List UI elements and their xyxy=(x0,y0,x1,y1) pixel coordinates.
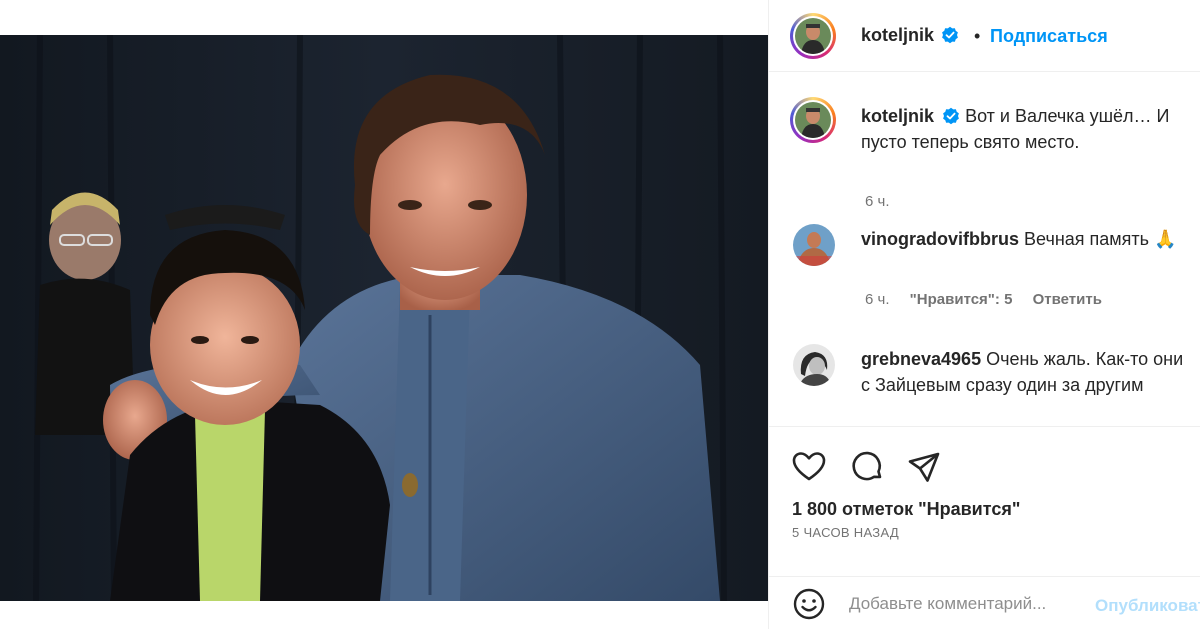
comment-input[interactable] xyxy=(849,589,1091,619)
author-avatar[interactable] xyxy=(790,13,836,59)
comment-body: Вечная память 🙏 xyxy=(1024,229,1177,249)
comment-text: grebneva4965 Очень жаль. Как-то они с За… xyxy=(861,346,1191,398)
author-username[interactable]: koteljnik xyxy=(861,25,934,45)
verified-badge-icon xyxy=(941,26,959,44)
comment-username[interactable]: grebneva4965 xyxy=(861,349,981,369)
commenter-avatar[interactable] xyxy=(793,344,835,386)
comment-composer: Опубликовать xyxy=(769,576,1200,629)
post-photo[interactable] xyxy=(0,35,768,601)
comment-time[interactable]: 6 ч. xyxy=(865,291,890,308)
caption-time[interactable]: 6 ч. xyxy=(865,193,890,210)
caption-username[interactable]: koteljnik xyxy=(861,106,934,126)
publish-button[interactable]: Опубликовать xyxy=(1095,596,1200,616)
likes-count[interactable]: 1 800 отметок "Нравится" xyxy=(792,499,1020,520)
separator-dot: • xyxy=(974,26,981,46)
comment-text: vinogradovifbbrus Вечная память 🙏 xyxy=(861,226,1191,252)
photo-image xyxy=(0,35,768,601)
comments-list[interactable]: koteljnik Вот и Валечка ушёл… И пусто те… xyxy=(769,73,1200,425)
post-header: koteljnik • Подписаться xyxy=(769,0,1200,72)
smiley-icon[interactable] xyxy=(792,587,826,621)
heart-icon[interactable] xyxy=(791,449,827,485)
caption-avatar[interactable] xyxy=(790,97,836,143)
post-details-panel: koteljnik • Подписаться koteljnik Вот и … xyxy=(769,0,1200,629)
share-icon[interactable] xyxy=(906,449,942,485)
follow-button[interactable]: Подписаться xyxy=(990,26,1108,47)
verified-badge-icon xyxy=(942,106,960,125)
media-area xyxy=(0,0,768,629)
instagram-post-view: koteljnik • Подписаться koteljnik Вот и … xyxy=(0,0,1200,629)
author-username-row: koteljnik xyxy=(861,25,959,46)
comment-username[interactable]: vinogradovifbbrus xyxy=(861,229,1019,249)
comment-icon[interactable] xyxy=(849,449,885,485)
comment-meta: 6 ч. "Нравится": 5 Ответить xyxy=(865,291,1118,308)
comment-likes[interactable]: "Нравится": 5 xyxy=(910,291,1013,308)
caption-meta: 6 ч. xyxy=(865,193,906,210)
commenter-avatar[interactable] xyxy=(793,224,835,266)
post-actions: 1 800 отметок "Нравится" 5 ЧАСОВ НАЗАД xyxy=(769,426,1200,556)
posted-time[interactable]: 5 ЧАСОВ НАЗАД xyxy=(792,525,899,540)
caption-text: koteljnik Вот и Валечка ушёл… И пусто те… xyxy=(861,103,1191,155)
reply-button[interactable]: Ответить xyxy=(1033,291,1102,308)
